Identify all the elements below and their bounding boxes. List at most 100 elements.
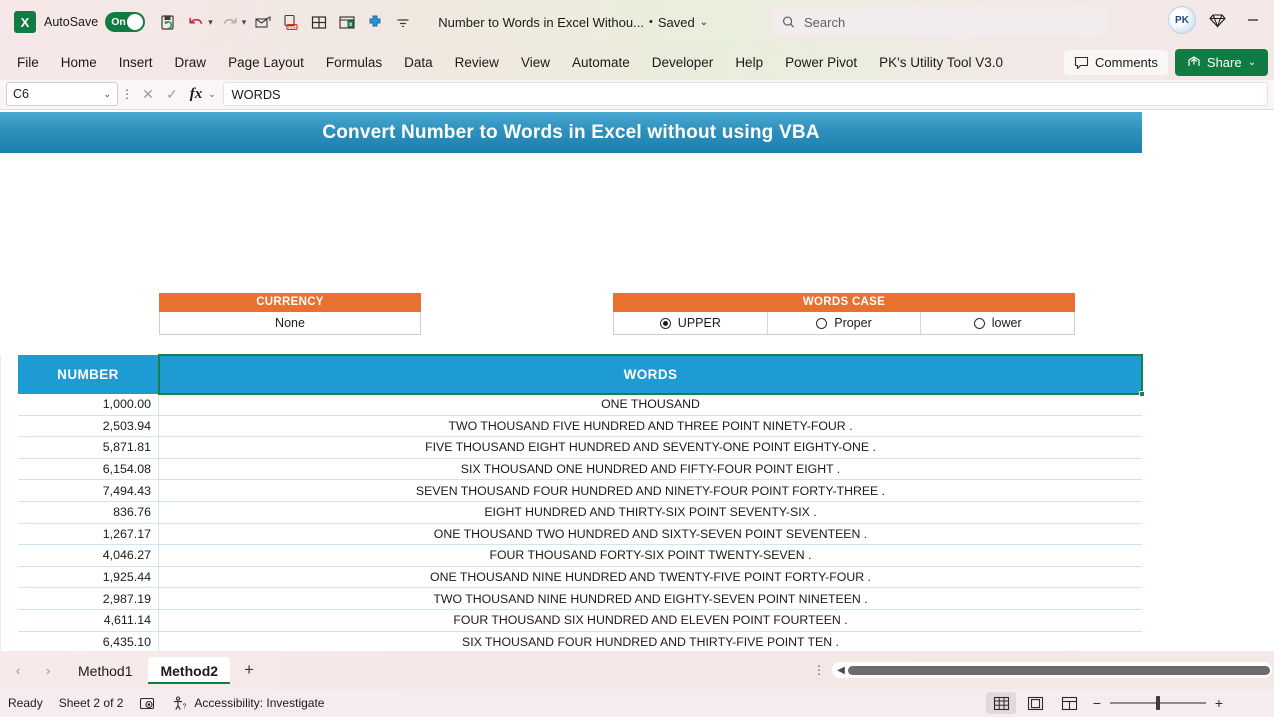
add-in-icon[interactable] — [362, 9, 388, 35]
insert-function-icon[interactable]: fx — [184, 82, 208, 106]
cell-words[interactable]: SEVEN THOUSAND FOUR HUNDRED AND NINETY-F… — [159, 480, 1142, 502]
diamond-icon[interactable] — [1202, 6, 1232, 34]
words-case-option-proper[interactable]: Proper — [766, 312, 921, 334]
cancel-icon[interactable]: ✕ — [136, 82, 160, 106]
table-row[interactable]: 2,987.19 TWO THOUSAND NINE HUNDRED AND EI… — [18, 588, 1142, 610]
radio-upper-icon[interactable] — [659, 317, 671, 329]
cell-words[interactable]: ONE THOUSAND NINE HUNDRED AND TWENTY-FIV… — [159, 566, 1142, 589]
ribbon-tab-review[interactable]: Review — [444, 50, 510, 75]
table-row[interactable]: 4,611.14 FOUR THOUSAND SIX HUNDRED AND EL… — [18, 609, 1142, 632]
excel-sheet-icon[interactable]: x — [334, 9, 360, 35]
cell-number[interactable]: 2,503.94 — [18, 415, 159, 438]
table-row[interactable]: 1,925.44 ONE THOUSAND NINE HUNDRED AND TW… — [18, 566, 1142, 589]
share-button[interactable]: Share ⌄ — [1174, 48, 1268, 76]
undo-dropdown-icon[interactable]: ▾ — [208, 17, 213, 28]
macro-record-icon[interactable] — [139, 696, 156, 711]
customize-qat-icon[interactable] — [390, 9, 416, 35]
table-icon[interactable] — [306, 9, 332, 35]
formula-bar-more-icon[interactable]: ⋮ — [118, 88, 136, 100]
fill-handle[interactable] — [1139, 391, 1145, 397]
cell-words[interactable]: FOUR THOUSAND FORTY-SIX POINT TWENTY-SEV… — [159, 545, 1142, 567]
ribbon-tab-power-pivot[interactable]: Power Pivot — [774, 50, 868, 75]
ribbon-tab-formulas[interactable]: Formulas — [315, 50, 393, 75]
cell-number[interactable]: 2,987.19 — [18, 588, 159, 610]
words-case-option-lower[interactable]: lower — [920, 312, 1074, 334]
redo-icon[interactable] — [217, 9, 243, 35]
cell-number[interactable]: 6,435.10 — [18, 631, 159, 651]
scroll-left-icon[interactable]: ◀ — [834, 665, 848, 676]
sheet-tab-method2[interactable]: Method2 — [148, 656, 231, 684]
table-row[interactable]: 6,154.08 SIX THOUSAND ONE HUNDRED AND FIF… — [18, 458, 1142, 481]
ribbon-tab-automate[interactable]: Automate — [561, 50, 641, 75]
search-box[interactable] — [771, 7, 1107, 37]
horizontal-scrollbar[interactable]: ◀ — [832, 662, 1272, 678]
cell-words[interactable]: ONE THOUSAND TWO HUNDRED AND SIXTY-SEVEN… — [159, 523, 1142, 546]
column-header-number[interactable]: NUMBER — [18, 355, 159, 394]
cell-number[interactable]: 4,046.27 — [18, 545, 159, 567]
ribbon-tab-page-layout[interactable]: Page Layout — [217, 50, 315, 75]
ribbon-tab-view[interactable]: View — [510, 50, 561, 75]
column-header-words[interactable]: WORDS — [158, 354, 1145, 397]
sheet-tab-method1[interactable]: Method1 — [64, 657, 146, 684]
pdf-icon[interactable]: PDF — [278, 9, 304, 35]
zoom-slider-thumb[interactable] — [1156, 696, 1160, 710]
cell-number[interactable]: 836.76 — [18, 501, 159, 524]
redo-dropdown-icon[interactable]: ▾ — [242, 17, 247, 28]
table-row[interactable]: 1,000.00 ONE THOUSAND — [18, 394, 1142, 416]
minimize-button[interactable] — [1238, 6, 1268, 34]
page-break-view-button[interactable] — [1054, 692, 1084, 714]
zoom-in-button[interactable]: + — [1210, 695, 1228, 711]
cell-number[interactable]: 7,494.43 — [18, 480, 159, 502]
share-chevron-down-icon[interactable]: ⌄ — [1248, 57, 1256, 68]
comments-button[interactable]: Comments — [1064, 49, 1168, 75]
words-case-option-upper[interactable]: UPPER — [614, 312, 767, 334]
formula-input[interactable]: WORDS — [222, 82, 1268, 106]
save-sync-icon[interactable] — [155, 9, 181, 35]
cell-words[interactable]: SIX THOUSAND FOUR HUNDRED AND THIRTY-FIV… — [159, 631, 1142, 651]
cell-words[interactable]: ONE THOUSAND — [159, 394, 1142, 416]
cell-words[interactable]: EIGHT HUNDRED AND THIRTY-SIX POINT SEVEN… — [159, 501, 1142, 524]
ribbon-tab-draw[interactable]: Draw — [164, 50, 218, 75]
ribbon-tab-file[interactable]: File — [6, 50, 50, 75]
zoom-out-button[interactable]: − — [1088, 695, 1106, 711]
cell-number[interactable]: 1,000.00 — [18, 394, 159, 416]
cell-words[interactable]: FIVE THOUSAND EIGHT HUNDRED AND SEVENTY-… — [159, 437, 1142, 459]
confirm-icon[interactable]: ✓ — [160, 82, 184, 106]
table-row[interactable]: 5,871.81 FIVE THOUSAND EIGHT HUNDRED AND … — [18, 437, 1142, 459]
ribbon-tab-data[interactable]: Data — [393, 50, 444, 75]
name-box[interactable]: C6 ⌄ — [6, 82, 118, 106]
chevron-down-icon[interactable]: ⌄ — [700, 17, 708, 28]
cell-number[interactable]: 6,154.08 — [18, 458, 159, 481]
cell-number[interactable]: 1,925.44 — [18, 566, 159, 589]
currency-value-cell[interactable]: None — [160, 312, 420, 334]
table-row[interactable]: 6,435.10 SIX THOUSAND FOUR HUNDRED AND TH… — [18, 631, 1142, 651]
add-sheet-button[interactable]: + — [232, 657, 266, 683]
table-row[interactable]: 4,046.27 FOUR THOUSAND FORTY-SIX POINT TW… — [18, 545, 1142, 567]
avatar[interactable]: PK — [1168, 6, 1196, 34]
ribbon-tab-home[interactable]: Home — [50, 50, 108, 75]
ribbon-tab-pk-utility-tool[interactable]: PK's Utility Tool V3.0 — [868, 50, 1014, 75]
accessibility-status[interactable]: ? Accessibility: Investigate — [172, 695, 324, 711]
radio-lower-icon[interactable] — [973, 317, 985, 329]
search-input[interactable] — [804, 14, 1096, 30]
ribbon-tab-help[interactable]: Help — [724, 50, 774, 75]
spreadsheet-grid[interactable]: Convert Number to Words in Excel without… — [0, 110, 1274, 651]
tab-split-handle[interactable]: ⋮ — [812, 664, 826, 676]
table-row[interactable]: 7,494.43 SEVEN THOUSAND FOUR HUNDRED AND … — [18, 480, 1142, 502]
email-icon[interactable] — [250, 9, 276, 35]
cell-words[interactable]: TWO THOUSAND FIVE HUNDRED AND THREE POIN… — [159, 415, 1142, 438]
cell-words[interactable]: FOUR THOUSAND SIX HUNDRED AND ELEVEN POI… — [159, 609, 1142, 632]
cell-words[interactable]: SIX THOUSAND ONE HUNDRED AND FIFTY-FOUR … — [159, 458, 1142, 481]
name-box-chevron-down-icon[interactable]: ⌄ — [103, 89, 111, 100]
page-layout-view-button[interactable] — [1020, 692, 1050, 714]
zoom-slider[interactable] — [1110, 695, 1206, 711]
radio-proper-icon[interactable] — [816, 317, 828, 329]
document-title[interactable]: Number to Words in Excel Withou... • Sav… — [438, 15, 708, 30]
cell-number[interactable]: 1,267.17 — [18, 523, 159, 546]
undo-icon[interactable] — [183, 9, 209, 35]
next-sheet-button[interactable]: › — [34, 657, 62, 683]
cell-number[interactable]: 4,611.14 — [18, 609, 159, 632]
autosave-toggle[interactable]: On — [105, 12, 146, 32]
table-row[interactable]: 836.76 EIGHT HUNDRED AND THIRTY-SIX POINT… — [18, 501, 1142, 524]
table-row[interactable]: 1,267.17 ONE THOUSAND TWO HUNDRED AND SIX… — [18, 523, 1142, 546]
